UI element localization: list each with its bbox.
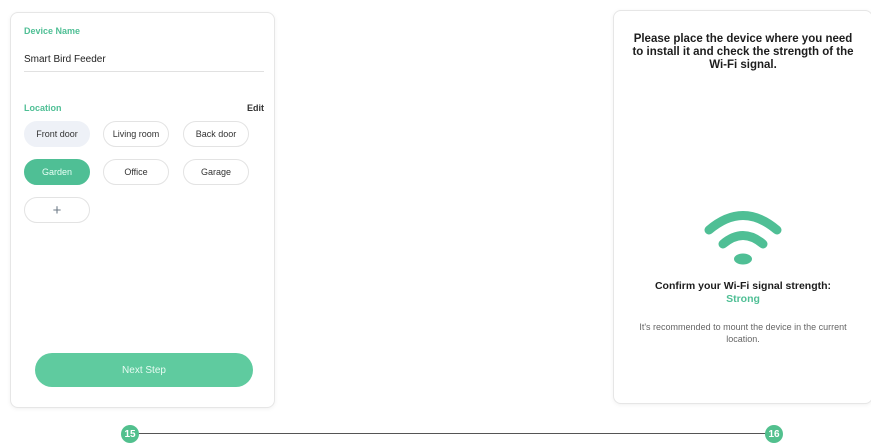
device-name-label: Device Name [24,26,81,36]
location-chip-garage[interactable]: Garage [183,159,249,185]
wifi-check-panel: Please place the device where you need t… [613,10,871,404]
location-chip-living-room[interactable]: Living room [103,121,169,147]
step-badge-16: 16 [765,425,783,443]
location-chip-front-door[interactable]: Front door [24,121,90,147]
location-chip-back-door[interactable]: Back door [183,121,249,147]
plus-icon: + [52,201,62,219]
location-chip-garden[interactable]: Garden [24,159,90,185]
step-connector-line [138,433,766,434]
mounting-recommendation: It's recommended to mount the device in … [639,322,847,344]
signal-strength-label: Confirm your Wi-Fi signal strength: [654,280,832,292]
add-location-button[interactable]: + [24,197,90,223]
placement-instruction: Please place the device where you need t… [632,33,854,71]
signal-strength-text: Confirm your Wi-Fi signal strength: Stro… [644,280,842,306]
device-setup-panel: Device Name Smart Bird Feeder Location E… [10,12,275,408]
step-badge-15: 15 [121,425,139,443]
device-name-underline [24,71,264,72]
wifi-icon [704,211,782,265]
next-step-button[interactable]: Next Step [35,353,253,387]
device-name-field[interactable]: Smart Bird Feeder [24,54,106,65]
location-chip-office[interactable]: Office [103,159,169,185]
location-label: Location [24,103,62,113]
signal-strength-value: Strong [726,293,760,305]
edit-location-button[interactable]: Edit [247,103,264,113]
